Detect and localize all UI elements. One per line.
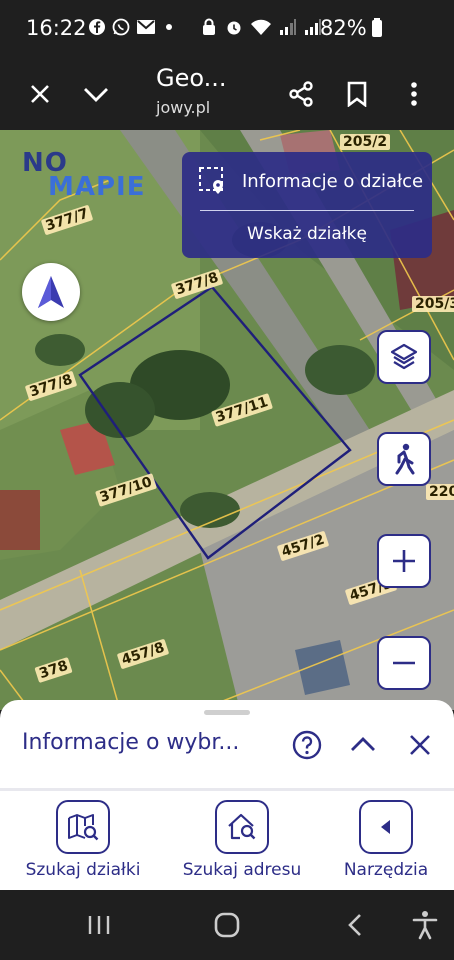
zoom-in-button[interactable] [377,534,431,588]
battery-percent: 82% [320,16,367,40]
mail-icon [137,20,155,34]
system-icons [200,18,322,36]
zoom-out-button[interactable] [377,636,431,690]
parcel-label: 220 [426,484,454,500]
parcel-info-panel: Informacje o działce Wskaż działkę [182,152,432,258]
search-parcel-button[interactable] [56,800,110,854]
share-icon[interactable] [281,74,321,114]
search-parcel-tool[interactable]: Szukaj działki [22,800,144,880]
layers-button[interactable] [377,330,431,384]
browser-toolbar: Geo... jowy.pl [0,58,454,130]
notification-icons [88,18,176,36]
wifi-icon [251,19,271,35]
walking-person-icon [395,443,415,475]
select-area-pin-icon [199,167,223,194]
chevron-up-icon[interactable] [350,734,376,754]
whatsapp-icon [112,18,130,36]
close-icon[interactable] [408,733,432,757]
tools-button[interactable] [359,800,413,854]
dot-icon [166,24,172,30]
minus-icon [393,661,415,665]
search-address-tool[interactable]: Szukaj adresu [180,800,304,880]
status-time: 16:22 [26,16,87,40]
map-view[interactable]: 205/2 377/7 377/8 377/8 377/11 205/3 377… [0,130,454,710]
north-arrow-icon [38,276,64,308]
compass-button[interactable] [22,263,80,321]
drag-handle[interactable] [204,710,250,715]
caret-left-icon [381,820,390,834]
tools-label: Narzędzia [343,860,429,880]
point-parcel-button[interactable]: Wskaż działkę [182,224,432,244]
home-circle-icon[interactable] [210,908,244,942]
bottom-sheet: Informacje o wybr... Szukaj działki Szuk… [0,700,454,890]
home-search-icon [228,813,256,840]
lock-icon [203,18,215,35]
signal-icon [280,19,296,35]
layers-icon [390,343,418,370]
battery-status: 82% [320,16,383,40]
search-parcel-label: Szukaj działki [25,860,141,880]
search-address-button[interactable] [215,800,269,854]
system-nav-bar [0,890,454,960]
parcel-label: 205/3 [412,296,454,312]
parcel-info-button[interactable]: Informacje o działce [198,166,423,196]
help-icon[interactable] [292,730,322,760]
search-address-label: Szukaj adresu [182,860,302,880]
facebook-icon [89,19,105,35]
parcel-label: 205/2 [340,134,391,150]
sheet-header: Informacje o wybr... [0,720,454,780]
back-icon[interactable] [338,908,372,942]
recent-apps-icon[interactable] [82,908,116,942]
tools-tool[interactable]: Narzędzia [340,800,432,880]
panel-divider [200,210,414,211]
street-view-button[interactable] [377,432,431,486]
bookmark-icon[interactable] [337,74,377,114]
battery-icon [371,18,382,37]
map-search-icon [68,814,99,841]
logo-bottom: MAPIE [48,172,146,202]
accessibility-icon[interactable] [408,908,442,942]
sheet-divider [0,788,454,791]
alarm-icon [227,21,241,35]
sheet-title: Informacje o wybr... [22,730,240,755]
plus-icon [393,550,415,572]
page-title: Geo... [156,64,227,92]
more-vert-icon[interactable] [394,74,434,114]
chevron-down-icon[interactable] [76,74,116,114]
parcel-info-label: Informacje o działce [242,170,424,192]
page-url[interactable]: jowy.pl [156,98,210,117]
status-bar: 16:22 82% [0,0,454,58]
close-icon[interactable] [20,74,60,114]
